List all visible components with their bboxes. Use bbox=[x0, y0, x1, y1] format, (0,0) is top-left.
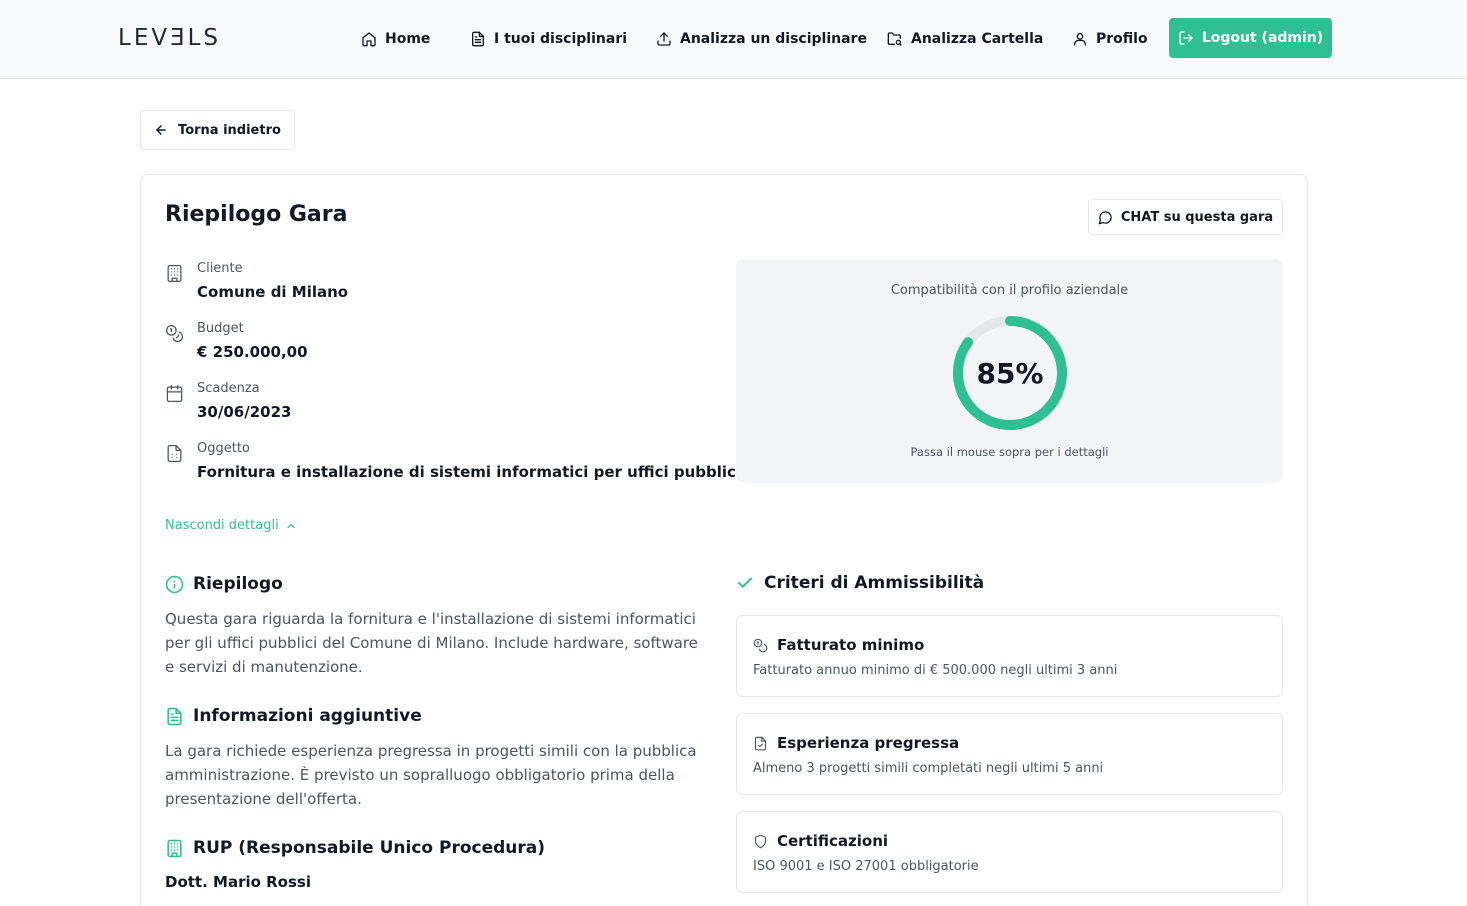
section-title: Riepilogo bbox=[193, 574, 283, 594]
field-value: 30/06/2023 bbox=[197, 403, 292, 421]
criteria-card-fatturato: Fatturato minimo Fatturato annuo minimo … bbox=[736, 615, 1283, 697]
rup-name: Dott. Mario Rossi bbox=[165, 873, 311, 891]
section-riepilogo-heading: Riepilogo bbox=[165, 574, 283, 594]
logout-label: Logout (admin) bbox=[1201, 30, 1324, 46]
arrow-left-icon bbox=[156, 125, 166, 135]
user-icon bbox=[1074, 33, 1086, 46]
logo[interactable]: LEVƎLS bbox=[118, 25, 221, 51]
info-icon bbox=[165, 575, 184, 593]
nav-disciplinari[interactable]: I tuoi disciplinari bbox=[470, 28, 627, 50]
nav-profilo[interactable]: Profilo bbox=[1072, 28, 1148, 50]
criteria-heading: Criteri di Ammissibilità bbox=[736, 573, 984, 593]
criteria-title: Criteri di Ammissibilità bbox=[764, 573, 985, 593]
section-info-heading: Informazioni aggiuntive bbox=[165, 706, 422, 726]
upload-icon bbox=[657, 32, 671, 46]
nav-home[interactable]: Home bbox=[361, 28, 430, 50]
coins-icon bbox=[753, 638, 768, 652]
back-label: Torna indietro bbox=[178, 122, 281, 138]
nav-home-label: Home bbox=[385, 31, 431, 47]
chevron-up-icon bbox=[287, 523, 295, 528]
file-icon bbox=[167, 444, 182, 463]
nav-analizza-cartella-label: Analizza Cartella bbox=[911, 31, 1044, 47]
criteria-item-desc: ISO 9001 e ISO 27001 obbligatorie bbox=[753, 859, 979, 874]
nav-disciplinari-label: I tuoi disciplinari bbox=[494, 31, 628, 47]
logout-button[interactable]: Logout (admin) bbox=[1169, 18, 1332, 58]
document-icon bbox=[472, 31, 484, 47]
top-navbar: LEVƎLS Home I tuoi disciplinari Analizza… bbox=[0, 0, 1467, 79]
building-icon bbox=[167, 839, 182, 857]
hide-details-toggle[interactable]: Nascondi dettagli bbox=[165, 518, 297, 533]
logout-icon bbox=[1179, 31, 1193, 45]
criteria-card-esperienza: Esperienza pregressa Almeno 3 progetti s… bbox=[736, 713, 1283, 795]
nav-profilo-label: Profilo bbox=[1096, 31, 1148, 47]
criteria-item-title: Esperienza pregressa bbox=[777, 734, 960, 752]
section-info-body: La gara richiede esperienza pregressa in… bbox=[165, 742, 697, 808]
criteria-item-desc: Almeno 3 progetti simili completati negl… bbox=[753, 761, 1104, 776]
calendar-icon bbox=[166, 384, 183, 403]
section-title: RUP (Responsabile Unico Procedura) bbox=[193, 838, 546, 858]
coins-icon bbox=[165, 324, 184, 342]
compatibility-hint: Passa il mouse sopra per i dettagli bbox=[910, 445, 1109, 459]
home-icon bbox=[362, 32, 376, 47]
criteria-item-title: Fatturato minimo bbox=[777, 636, 925, 654]
page-title: Riepilogo Gara bbox=[165, 202, 348, 227]
nav-analizza-cartella[interactable]: Analizza Cartella bbox=[887, 28, 1043, 50]
field-label: Cliente bbox=[197, 261, 243, 276]
chat-button[interactable]: CHAT su questa gara bbox=[1088, 199, 1283, 235]
field-label: Budget bbox=[197, 321, 244, 336]
document-text-icon bbox=[167, 707, 182, 725]
field-value: € 250.000,00 bbox=[197, 343, 308, 361]
criteria-card-certificazioni: Certificazioni ISO 9001 e ISO 27001 obbl… bbox=[736, 811, 1283, 893]
check-icon bbox=[738, 577, 752, 588]
section-rup-heading: RUP (Responsabile Unico Procedura) bbox=[165, 838, 545, 858]
section-title: Informazioni aggiuntive bbox=[193, 706, 422, 726]
nav-analizza-disciplinare-label: Analizza un disciplinare bbox=[680, 31, 867, 47]
section-riepilogo-body: Questa gara riguarda la fornitura e l'in… bbox=[165, 610, 698, 676]
nav-analizza-disciplinare[interactable]: Analizza un disciplinare bbox=[656, 28, 867, 50]
folder-search-icon bbox=[887, 32, 902, 46]
chat-icon bbox=[1098, 210, 1112, 224]
toggle-label: Nascondi dettagli bbox=[165, 518, 279, 533]
compatibility-percent: 85% bbox=[976, 356, 1044, 390]
compatibility-panel[interactable]: Compatibilità con il profilo aziendale 8… bbox=[736, 259, 1283, 483]
file-check-icon bbox=[754, 736, 767, 750]
field-label: Oggetto bbox=[197, 441, 250, 456]
criteria-item-title: Certificazioni bbox=[777, 832, 889, 850]
field-label: Scadenza bbox=[197, 381, 260, 396]
compatibility-title: Compatibilità con il profilo aziendale bbox=[890, 283, 1129, 298]
field-value: Fornitura e installazione di sistemi inf… bbox=[197, 463, 742, 481]
field-value: Comune di Milano bbox=[197, 283, 349, 301]
building-icon bbox=[167, 264, 182, 283]
chat-label: CHAT su questa gara bbox=[1120, 209, 1274, 225]
shield-icon bbox=[754, 834, 767, 848]
criteria-item-desc: Fatturato annuo minimo di € 500.000 negl… bbox=[753, 663, 1118, 678]
back-button[interactable]: Torna indietro bbox=[140, 110, 295, 150]
